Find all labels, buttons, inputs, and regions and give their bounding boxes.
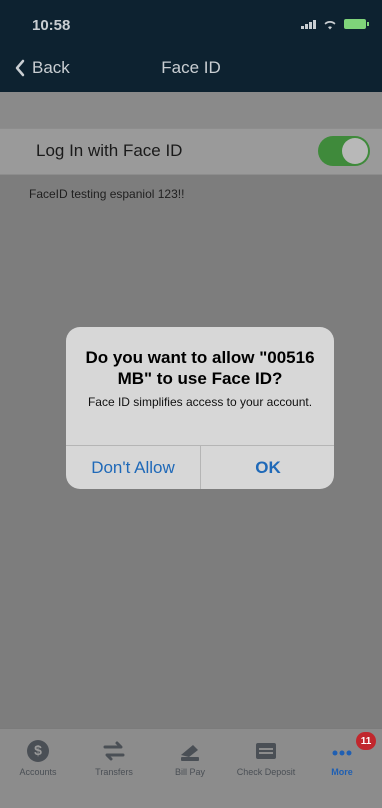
tab-more[interactable]: 11 More [304, 729, 380, 808]
page-title: Face ID [161, 58, 221, 77]
face-id-note: FaceID testing espaniol 123!! [29, 187, 185, 201]
tab-bar: $ Accounts Transfers Bill Pay Check Depo [0, 728, 382, 808]
tab-label-more: More [331, 767, 353, 777]
face-id-permission-alert: Do you want to allow "00516 MB" to use F… [66, 327, 334, 489]
battery-icon [344, 19, 369, 29]
more-badge: 11 [356, 732, 376, 750]
bill-pay-icon [181, 745, 199, 761]
more-icon [332, 750, 352, 756]
face-id-toggle[interactable] [318, 136, 370, 166]
tab-label-bill-pay: Bill Pay [174, 767, 205, 777]
alert-title: Do you want to allow "00516 MB" to use F… [85, 348, 315, 388]
face-id-label: Log In with Face ID [36, 141, 183, 160]
tab-label-transfers: Transfers [95, 767, 133, 777]
alert-message: Face ID simplifies access to your accoun… [87, 395, 313, 409]
transfer-arrows-icon [103, 741, 125, 761]
tab-label-check-deposit: Check Deposit [236, 767, 296, 777]
ok-button[interactable]: OK [201, 446, 334, 489]
signal-icon [301, 19, 316, 29]
status-time: 10:58 [32, 17, 71, 34]
phone-screen: 10:58 Back Face ID Log In with Face ID F… [0, 0, 382, 808]
status-icons [301, 18, 369, 30]
top-header: 10:58 Back Face ID [0, 0, 382, 92]
tab-transfers[interactable]: Transfers [76, 729, 152, 808]
dont-allow-button[interactable]: Don't Allow [66, 446, 200, 489]
svg-text:$: $ [34, 742, 42, 758]
section-spacer [0, 92, 382, 128]
check-deposit-icon [256, 743, 276, 759]
dollar-icon: $ [27, 740, 49, 762]
tab-bill-pay[interactable]: Bill Pay [152, 729, 228, 808]
tab-check-deposit[interactable]: Check Deposit [228, 729, 304, 808]
tab-accounts[interactable]: $ Accounts [0, 729, 76, 808]
toggle-knob [342, 138, 368, 164]
tab-label-accounts: Accounts [19, 767, 57, 777]
face-id-setting-row: Log In with Face ID [0, 128, 382, 175]
wifi-icon [324, 21, 336, 30]
